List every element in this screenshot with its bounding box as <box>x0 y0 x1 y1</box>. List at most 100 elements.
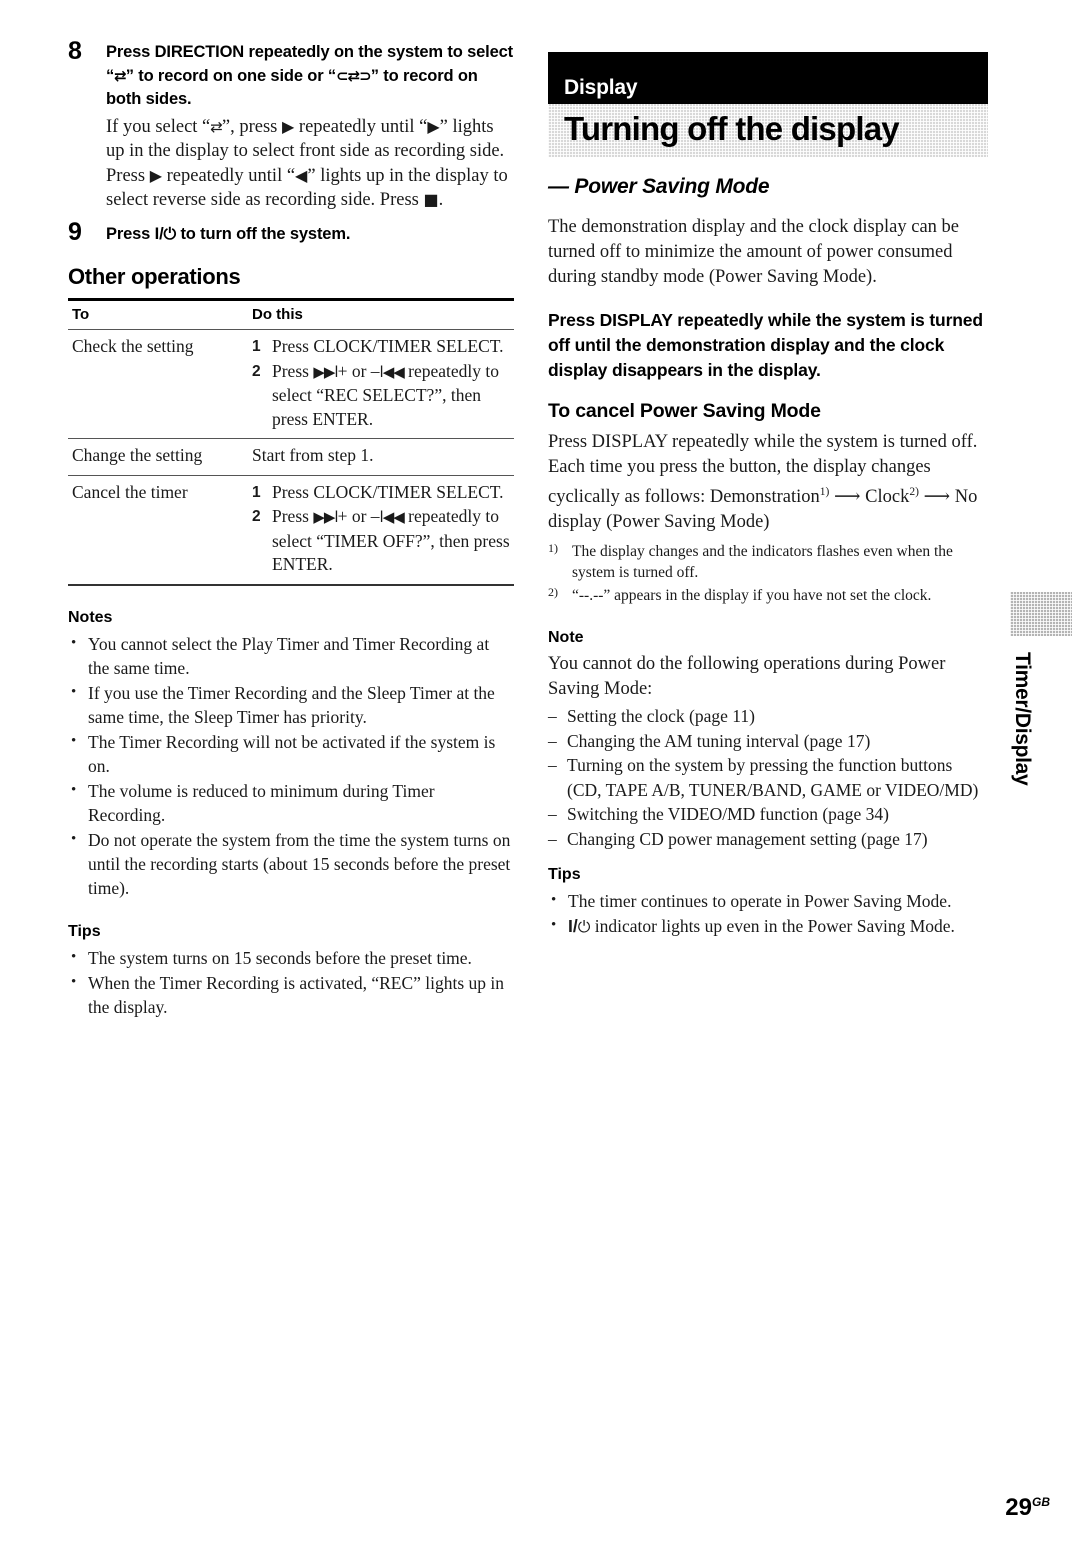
power-icon: ⏻ <box>577 917 591 937</box>
list-item: Changing the AM tuning interval (page 17… <box>548 729 988 754</box>
play-left-icon: ◀ <box>295 165 308 185</box>
list-item: You cannot select the Play Timer and Tim… <box>68 631 514 680</box>
list-item: Setting the clock (page 11) <box>548 704 988 729</box>
tips-list: The system turns on 15 seconds before th… <box>68 945 514 1019</box>
t1a: Press <box>272 360 314 381</box>
note-intro: You cannot do the following operations d… <box>548 654 946 700</box>
other-operations-table: To Do this Check the setting 1 Press CLO… <box>68 298 514 586</box>
substep: 1 Press CLOCK/TIMER SELECT. <box>252 335 510 359</box>
row-actions: Start from step 1. <box>248 438 514 476</box>
footnote-text: “--.--” appears in the display if you ha… <box>572 587 932 605</box>
footnote-item: 1) The display changes and the indicators… <box>548 541 988 583</box>
power-label: I/ <box>568 916 578 937</box>
other-operations-title: Other operations <box>68 264 241 289</box>
next-track-icon: ▶▶l <box>313 508 338 526</box>
table-row: Check the setting 1 Press CLOCK/TIMER SE… <box>68 329 514 439</box>
footnotes-list: 1) The display changes and the indicators… <box>548 541 988 606</box>
note-list: Setting the clock (page 11) Changing the… <box>548 704 988 851</box>
column-header-to: To <box>68 299 248 330</box>
right-tips-title: Tips <box>548 866 581 884</box>
footnote-ref-1: 1) <box>819 486 830 498</box>
list-item: Do not operate the system from the time … <box>68 827 514 900</box>
step-9-heading: Press I/⏻ to turn off the system. <box>106 222 514 247</box>
footnote-marker: 2) <box>548 585 558 600</box>
instruction-bold: Press DISPLAY repeatedly while the syste… <box>548 310 983 380</box>
list-item: Changing CD power management setting (pa… <box>548 827 988 852</box>
step-9-heading-a: Press I/ <box>106 224 164 243</box>
list-item: When the Timer Recording is activated, “… <box>68 970 514 1019</box>
notes-title: Notes <box>68 608 113 626</box>
substep-text: Press CLOCK/TIMER SELECT. <box>272 336 504 356</box>
step-9-heading-b: to turn off the system. <box>176 224 351 243</box>
s8-a: If you select “ <box>106 116 211 137</box>
substep-number: 2 <box>252 362 261 380</box>
list-item: The system turns on 15 seconds before th… <box>68 945 514 970</box>
row-label: Cancel the timer <box>68 475 248 586</box>
right-tips-list: The timer continues to operate in Power … <box>548 888 988 939</box>
column-header-do-this: Do this <box>248 299 514 330</box>
page-region-code: GB <box>1032 1495 1050 1509</box>
right-column: Display Turning off the display — Power … <box>548 52 988 940</box>
tip-power-text: indicator lights up even in the Power Sa… <box>590 916 955 937</box>
chapter-banner-label: Display <box>564 76 638 99</box>
next-track-icon: ▶▶l <box>313 362 338 381</box>
s8-g: . <box>438 190 444 210</box>
step-8-detail: If you select “⇄”, press ▶ repeatedly un… <box>106 115 514 213</box>
footnote-item: 2) “--.--” appears in the display if you … <box>548 585 988 606</box>
tape-both-sides-icon: ⊂⇄⊃ <box>336 66 372 85</box>
substep-number: 1 <box>252 338 261 355</box>
s8-c: repeatedly until “ <box>294 116 428 137</box>
tips-title: Tips <box>68 922 101 940</box>
step-9-number: 9 <box>68 217 82 246</box>
list-item: Turning on the system by pressing the fu… <box>548 753 988 802</box>
tape-one-side-icon: ⇄ <box>210 117 223 136</box>
play-right-icon: ▶ <box>281 116 295 136</box>
t2b: + or – <box>337 506 380 526</box>
list-item: Switching the VIDEO/MD function (page 34… <box>548 802 988 827</box>
side-tab-swatch <box>1010 592 1072 636</box>
substep: 1 Press CLOCK/TIMER SELECT. <box>252 481 510 505</box>
prev-track-icon: l◀◀ <box>379 508 405 526</box>
list-item: If you use the Timer Recording and the S… <box>68 680 514 729</box>
intro-paragraph: The demonstration display and the clock … <box>548 217 959 287</box>
substep-text: Press ▶▶l+ or –l◀◀ repeatedly to select … <box>272 360 510 432</box>
power-icon: ⏻ <box>163 223 177 243</box>
side-tab-label: Timer/Display <box>1011 652 1034 786</box>
stop-square-icon: ■ <box>423 190 439 209</box>
row-label: Change the setting <box>68 438 248 476</box>
page-number: 29GB <box>1005 1494 1050 1522</box>
cancel-b: ⟶ Clock <box>829 487 910 508</box>
list-item: The Timer Recording will not be activate… <box>68 729 514 778</box>
row-actions: 1 Press CLOCK/TIMER SELECT. 2 Press ▶▶l+… <box>248 329 514 439</box>
step-8-body: Press DIRECTION repeatedly on the system… <box>106 38 514 213</box>
row-label: Check the setting <box>68 329 248 439</box>
section-banner-title: Turning off the display <box>564 110 900 147</box>
footnote-marker: 1) <box>548 541 558 556</box>
step-9-body: Press I/⏻ to turn off the system. <box>106 219 514 247</box>
footnote-text: The display changes and the indicators f… <box>572 543 953 582</box>
tape-one-side-icon: ⇄ <box>114 66 127 85</box>
s8-b: ”, press <box>221 116 282 137</box>
substep-number: 1 <box>252 483 261 501</box>
substep: 2 Press ▶▶l+ or –l◀◀ repeatedly to selec… <box>252 360 510 432</box>
t1b: + or – <box>337 360 380 381</box>
table-row: Cancel the timer 1 Press CLOCK/TIMER SEL… <box>68 475 514 586</box>
table-header-row: To Do this <box>68 299 514 330</box>
page-number-value: 29 <box>1005 1494 1032 1521</box>
prev-track-icon: l◀◀ <box>379 362 405 381</box>
chapter-banner: Display <box>548 52 988 104</box>
step-8: 8 Press DIRECTION repeatedly on the syst… <box>68 38 514 213</box>
play-right-icon: ▶ <box>427 116 440 136</box>
note-title: Note <box>548 629 584 647</box>
substep-text: Press ▶▶l+ or –l◀◀ repeatedly to select … <box>272 505 510 577</box>
list-item: The timer continues to operate in Power … <box>548 888 988 913</box>
s8-e: repeatedly until “ <box>162 165 296 186</box>
substep: 2 Press ▶▶l+ or –l◀◀ repeatedly to selec… <box>252 505 510 577</box>
list-item: The volume is reduced to minimum during … <box>68 778 514 827</box>
manual-page: 8 Press DIRECTION repeatedly on the syst… <box>0 0 1080 1546</box>
step-8-heading-b: ” to record on one side or “ <box>125 66 337 85</box>
t2a: Press <box>272 506 314 526</box>
side-tab: Timer/Display <box>1010 592 1072 785</box>
step-8-number: 8 <box>68 37 82 65</box>
play-right-icon: ▶ <box>149 165 162 185</box>
